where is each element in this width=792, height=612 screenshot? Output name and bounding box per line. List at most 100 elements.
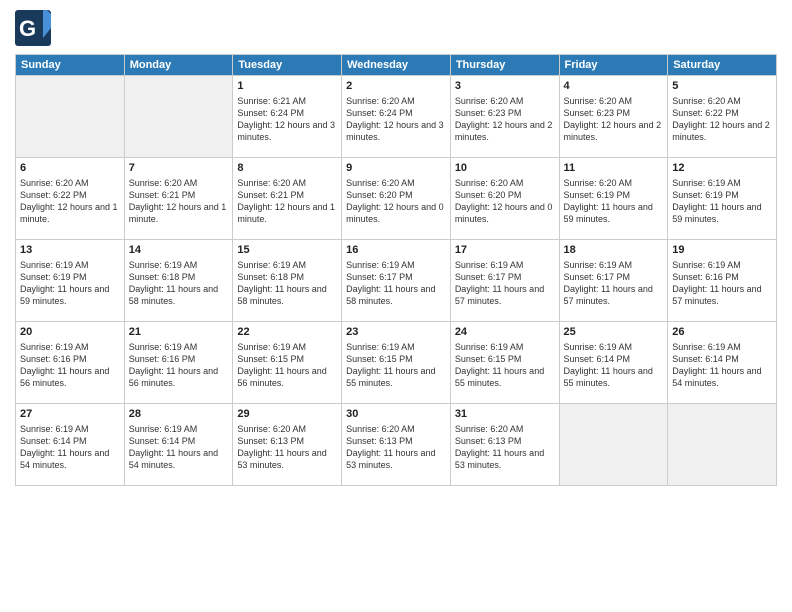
day-number: 19 xyxy=(672,243,772,258)
day-number: 27 xyxy=(20,407,120,422)
day-number: 15 xyxy=(237,243,337,258)
day-cell: 7Sunrise: 6:20 AMSunset: 6:21 PMDaylight… xyxy=(124,158,233,240)
day-number: 8 xyxy=(237,161,337,176)
day-info: Sunrise: 6:21 AMSunset: 6:24 PMDaylight:… xyxy=(237,95,337,144)
day-info: Sunrise: 6:20 AMSunset: 6:24 PMDaylight:… xyxy=(346,95,446,144)
day-number: 12 xyxy=(672,161,772,176)
day-cell: 30Sunrise: 6:20 AMSunset: 6:13 PMDayligh… xyxy=(342,404,451,486)
day-cell: 9Sunrise: 6:20 AMSunset: 6:20 PMDaylight… xyxy=(342,158,451,240)
day-info: Sunrise: 6:19 AMSunset: 6:17 PMDaylight:… xyxy=(346,259,446,308)
logo-icon: G xyxy=(15,10,51,46)
day-info: Sunrise: 6:19 AMSunset: 6:16 PMDaylight:… xyxy=(672,259,772,308)
day-number: 22 xyxy=(237,325,337,340)
day-number: 26 xyxy=(672,325,772,340)
day-info: Sunrise: 6:20 AMSunset: 6:23 PMDaylight:… xyxy=(455,95,555,144)
header-tuesday: Tuesday xyxy=(233,55,342,76)
day-info: Sunrise: 6:19 AMSunset: 6:18 PMDaylight:… xyxy=(129,259,229,308)
day-cell: 29Sunrise: 6:20 AMSunset: 6:13 PMDayligh… xyxy=(233,404,342,486)
day-number: 28 xyxy=(129,407,229,422)
day-cell: 6Sunrise: 6:20 AMSunset: 6:22 PMDaylight… xyxy=(16,158,125,240)
day-info: Sunrise: 6:20 AMSunset: 6:21 PMDaylight:… xyxy=(237,177,337,226)
week-row-5: 27Sunrise: 6:19 AMSunset: 6:14 PMDayligh… xyxy=(16,404,777,486)
day-number: 18 xyxy=(564,243,664,258)
day-info: Sunrise: 6:20 AMSunset: 6:13 PMDaylight:… xyxy=(455,423,555,472)
week-row-4: 20Sunrise: 6:19 AMSunset: 6:16 PMDayligh… xyxy=(16,322,777,404)
day-cell: 28Sunrise: 6:19 AMSunset: 6:14 PMDayligh… xyxy=(124,404,233,486)
day-cell xyxy=(668,404,777,486)
day-cell: 27Sunrise: 6:19 AMSunset: 6:14 PMDayligh… xyxy=(16,404,125,486)
day-cell: 18Sunrise: 6:19 AMSunset: 6:17 PMDayligh… xyxy=(559,240,668,322)
day-number: 4 xyxy=(564,79,664,94)
day-info: Sunrise: 6:20 AMSunset: 6:20 PMDaylight:… xyxy=(346,177,446,226)
day-info: Sunrise: 6:19 AMSunset: 6:18 PMDaylight:… xyxy=(237,259,337,308)
day-info: Sunrise: 6:20 AMSunset: 6:20 PMDaylight:… xyxy=(455,177,555,226)
day-cell: 24Sunrise: 6:19 AMSunset: 6:15 PMDayligh… xyxy=(450,322,559,404)
day-number: 29 xyxy=(237,407,337,422)
day-info: Sunrise: 6:20 AMSunset: 6:22 PMDaylight:… xyxy=(672,95,772,144)
header-saturday: Saturday xyxy=(668,55,777,76)
day-number: 10 xyxy=(455,161,555,176)
day-number: 9 xyxy=(346,161,446,176)
day-info: Sunrise: 6:19 AMSunset: 6:15 PMDaylight:… xyxy=(455,341,555,390)
header-friday: Friday xyxy=(559,55,668,76)
calendar-table: SundayMondayTuesdayWednesdayThursdayFrid… xyxy=(15,54,777,486)
day-info: Sunrise: 6:19 AMSunset: 6:17 PMDaylight:… xyxy=(564,259,664,308)
day-cell xyxy=(16,76,125,158)
day-info: Sunrise: 6:20 AMSunset: 6:23 PMDaylight:… xyxy=(564,95,664,144)
day-number: 30 xyxy=(346,407,446,422)
day-cell xyxy=(124,76,233,158)
day-number: 2 xyxy=(346,79,446,94)
header-monday: Monday xyxy=(124,55,233,76)
day-cell: 16Sunrise: 6:19 AMSunset: 6:17 PMDayligh… xyxy=(342,240,451,322)
day-number: 11 xyxy=(564,161,664,176)
day-cell: 31Sunrise: 6:20 AMSunset: 6:13 PMDayligh… xyxy=(450,404,559,486)
day-cell: 25Sunrise: 6:19 AMSunset: 6:14 PMDayligh… xyxy=(559,322,668,404)
calendar-page: G SundayMondayTuesdayWednesdayThursdayFr… xyxy=(0,0,792,612)
day-cell: 19Sunrise: 6:19 AMSunset: 6:16 PMDayligh… xyxy=(668,240,777,322)
day-info: Sunrise: 6:19 AMSunset: 6:14 PMDaylight:… xyxy=(20,423,120,472)
day-cell: 1Sunrise: 6:21 AMSunset: 6:24 PMDaylight… xyxy=(233,76,342,158)
header-thursday: Thursday xyxy=(450,55,559,76)
day-number: 14 xyxy=(129,243,229,258)
day-number: 17 xyxy=(455,243,555,258)
logo: G xyxy=(15,10,53,46)
day-info: Sunrise: 6:20 AMSunset: 6:21 PMDaylight:… xyxy=(129,177,229,226)
header-sunday: Sunday xyxy=(16,55,125,76)
day-number: 31 xyxy=(455,407,555,422)
day-cell: 10Sunrise: 6:20 AMSunset: 6:20 PMDayligh… xyxy=(450,158,559,240)
day-cell: 17Sunrise: 6:19 AMSunset: 6:17 PMDayligh… xyxy=(450,240,559,322)
week-row-2: 6Sunrise: 6:20 AMSunset: 6:22 PMDaylight… xyxy=(16,158,777,240)
day-cell: 12Sunrise: 6:19 AMSunset: 6:19 PMDayligh… xyxy=(668,158,777,240)
day-cell: 4Sunrise: 6:20 AMSunset: 6:23 PMDaylight… xyxy=(559,76,668,158)
day-cell: 23Sunrise: 6:19 AMSunset: 6:15 PMDayligh… xyxy=(342,322,451,404)
day-number: 3 xyxy=(455,79,555,94)
day-info: Sunrise: 6:19 AMSunset: 6:19 PMDaylight:… xyxy=(672,177,772,226)
day-info: Sunrise: 6:19 AMSunset: 6:15 PMDaylight:… xyxy=(237,341,337,390)
day-cell: 13Sunrise: 6:19 AMSunset: 6:19 PMDayligh… xyxy=(16,240,125,322)
day-info: Sunrise: 6:19 AMSunset: 6:19 PMDaylight:… xyxy=(20,259,120,308)
day-cell xyxy=(559,404,668,486)
day-info: Sunrise: 6:20 AMSunset: 6:13 PMDaylight:… xyxy=(346,423,446,472)
day-cell: 21Sunrise: 6:19 AMSunset: 6:16 PMDayligh… xyxy=(124,322,233,404)
day-info: Sunrise: 6:20 AMSunset: 6:13 PMDaylight:… xyxy=(237,423,337,472)
day-cell: 20Sunrise: 6:19 AMSunset: 6:16 PMDayligh… xyxy=(16,322,125,404)
day-number: 13 xyxy=(20,243,120,258)
day-info: Sunrise: 6:19 AMSunset: 6:16 PMDaylight:… xyxy=(129,341,229,390)
day-info: Sunrise: 6:19 AMSunset: 6:16 PMDaylight:… xyxy=(20,341,120,390)
day-cell: 5Sunrise: 6:20 AMSunset: 6:22 PMDaylight… xyxy=(668,76,777,158)
day-number: 21 xyxy=(129,325,229,340)
day-info: Sunrise: 6:20 AMSunset: 6:19 PMDaylight:… xyxy=(564,177,664,226)
day-info: Sunrise: 6:19 AMSunset: 6:14 PMDaylight:… xyxy=(564,341,664,390)
day-number: 20 xyxy=(20,325,120,340)
day-number: 7 xyxy=(129,161,229,176)
header-wednesday: Wednesday xyxy=(342,55,451,76)
day-number: 24 xyxy=(455,325,555,340)
day-cell: 22Sunrise: 6:19 AMSunset: 6:15 PMDayligh… xyxy=(233,322,342,404)
day-cell: 26Sunrise: 6:19 AMSunset: 6:14 PMDayligh… xyxy=(668,322,777,404)
day-number: 6 xyxy=(20,161,120,176)
day-number: 25 xyxy=(564,325,664,340)
day-number: 1 xyxy=(237,79,337,94)
day-cell: 14Sunrise: 6:19 AMSunset: 6:18 PMDayligh… xyxy=(124,240,233,322)
day-cell: 8Sunrise: 6:20 AMSunset: 6:21 PMDaylight… xyxy=(233,158,342,240)
day-cell: 15Sunrise: 6:19 AMSunset: 6:18 PMDayligh… xyxy=(233,240,342,322)
